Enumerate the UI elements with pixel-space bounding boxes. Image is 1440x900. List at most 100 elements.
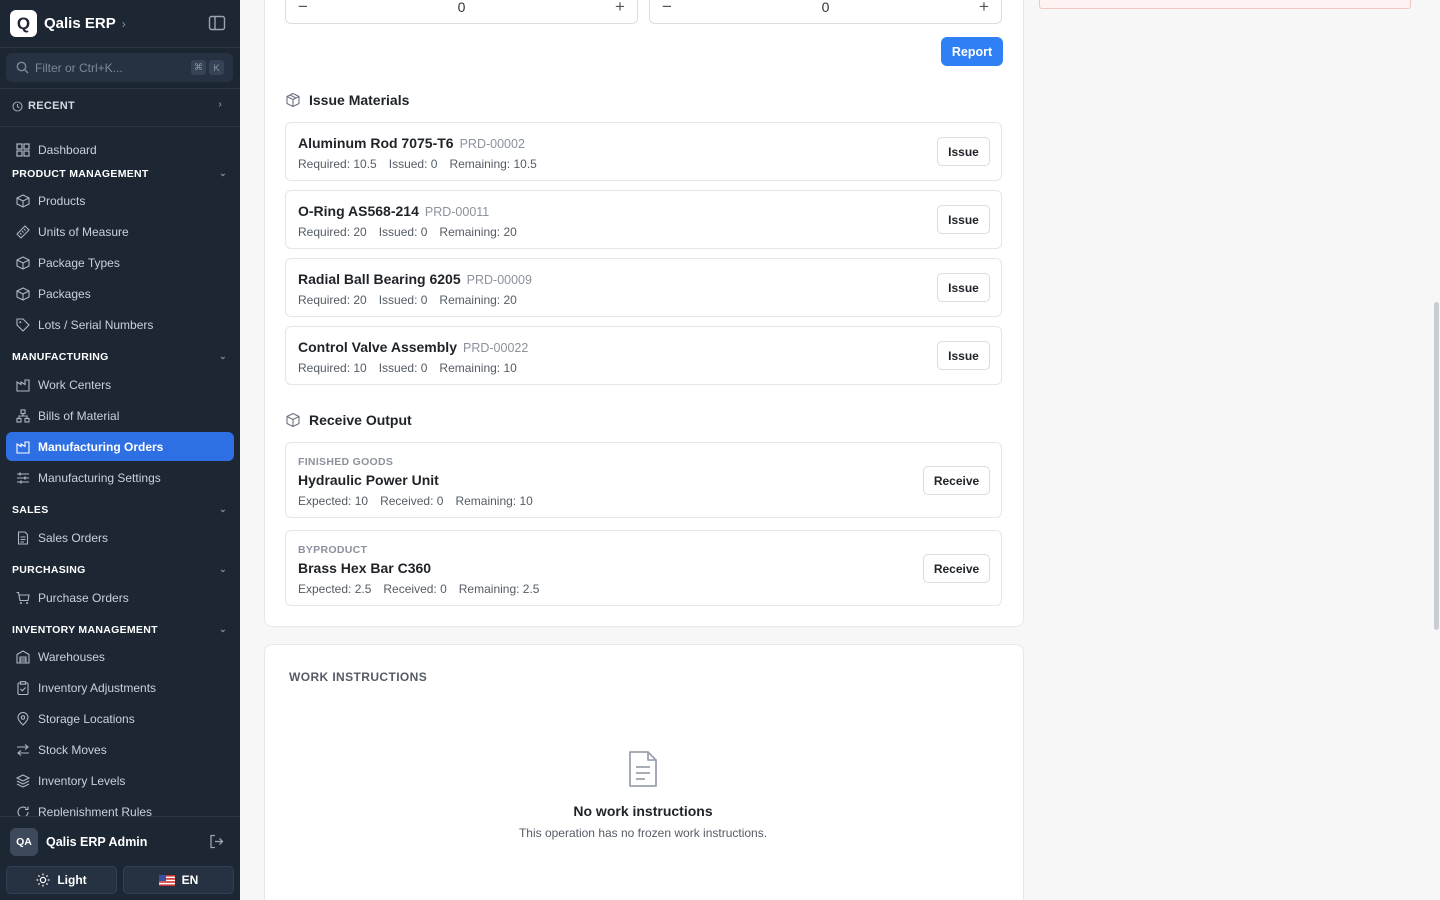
factory-icon: [15, 377, 30, 392]
us-flag-icon: [158, 874, 175, 886]
list-item: Control Valve Assembly PRD-00022 Required…: [285, 326, 1002, 385]
sidebar-item-products[interactable]: Products: [6, 186, 234, 215]
quantity-stepper[interactable]: − 0 +: [649, 0, 1002, 24]
sidebar-item-bom[interactable]: Bills of Material: [6, 401, 234, 430]
remaining-qty: Remaining: 10.5: [449, 157, 537, 171]
section-label: PRODUCT MANAGEMENT: [12, 168, 149, 180]
box-icon: [15, 286, 30, 301]
sidebar-item-label: Inventory Adjustments: [38, 680, 157, 695]
sidebar-item-purchase-orders[interactable]: Purchase Orders: [6, 583, 234, 612]
box-icon: [15, 255, 30, 270]
search-field[interactable]: ⌘ K: [6, 53, 233, 82]
section-title: Receive Output: [309, 412, 412, 428]
stepper-value[interactable]: 0: [822, 0, 830, 15]
sidebar-item-storage-locations[interactable]: Storage Locations: [6, 704, 234, 733]
sidebar-item-stock-moves[interactable]: Stock Moves: [6, 735, 234, 764]
section-label: INVENTORY MANAGEMENT: [12, 624, 158, 636]
issue-button[interactable]: Issue: [937, 341, 990, 370]
sidebar-item-work-centers[interactable]: Work Centers: [6, 370, 234, 399]
warehouse-icon: [15, 649, 30, 664]
chevron-right-icon: ›: [121, 16, 126, 31]
sidebar-item-label: Package Types: [38, 255, 120, 270]
section-sales[interactable]: SALES ⌄: [12, 504, 227, 518]
sidebar-item-units[interactable]: Units of Measure: [6, 217, 234, 246]
user-name: Qalis ERP Admin: [46, 835, 148, 849]
report-button[interactable]: Report: [941, 37, 1003, 66]
issue-materials-heading: Issue Materials: [285, 90, 409, 110]
sidebar-item-inventory-adjustments[interactable]: Inventory Adjustments: [6, 673, 234, 702]
brand-name: Qalis ERP: [44, 15, 116, 32]
brand-logo: Q: [10, 10, 37, 37]
quantity-stepper[interactable]: − 0 +: [285, 0, 638, 24]
increment-button[interactable]: +: [977, 0, 991, 17]
issue-button[interactable]: Issue: [937, 273, 990, 302]
language-label: EN: [181, 873, 199, 887]
chevron-down-icon: ⌄: [219, 168, 227, 178]
document-icon: [15, 530, 30, 545]
section-label: MANUFACTURING: [12, 351, 109, 363]
sidebar-item-dashboard[interactable]: Dashboard: [6, 135, 234, 164]
section-label: SALES: [12, 504, 49, 516]
material-title: Radial Ball Bearing 6205: [298, 271, 461, 287]
sidebar-item-manufacturing-orders[interactable]: Manufacturing Orders: [6, 432, 234, 461]
recent-toggle[interactable]: RECENT ›: [12, 98, 222, 114]
theme-label: Light: [57, 873, 87, 887]
issue-button[interactable]: Issue: [937, 205, 990, 234]
clipboard-check-icon: [15, 680, 30, 695]
sidebar-item-label: Purchase Orders: [38, 590, 129, 605]
theme-toggle-button[interactable]: Light: [6, 866, 117, 894]
decrement-button[interactable]: −: [296, 0, 310, 17]
section-product-management[interactable]: PRODUCT MANAGEMENT ⌄: [12, 168, 227, 182]
required-qty: Required: 20: [298, 293, 367, 307]
boxes-icon: [286, 92, 300, 108]
cart-icon: [15, 590, 30, 605]
material-code: PRD-00009: [466, 273, 532, 287]
output-name: Hydraulic Power Unit: [298, 472, 439, 488]
empty-state-description: This operation has no frozen work instru…: [518, 826, 768, 840]
list-item: FINISHED GOODS Hydraulic Power Unit Expe…: [285, 442, 1002, 518]
search-input[interactable]: [35, 60, 185, 75]
work-instructions-title: WORK INSTRUCTIONS: [289, 670, 428, 684]
document-icon: [629, 751, 657, 787]
material-code: PRD-00022: [462, 341, 529, 355]
divider: [0, 126, 240, 127]
sidebar-item-package-types[interactable]: Package Types: [6, 248, 234, 277]
section-inventory-management[interactable]: INVENTORY MANAGEMENT ⌄: [12, 624, 227, 638]
receive-button[interactable]: Receive: [923, 554, 990, 583]
shortcut-key-cmd: ⌘: [191, 60, 206, 75]
brand[interactable]: Q Qalis ERP ›: [10, 10, 126, 37]
sidebar-item-inventory-levels[interactable]: Inventory Levels: [6, 766, 234, 795]
section-manufacturing[interactable]: MANUFACTURING ⌄: [12, 351, 227, 365]
chevron-down-icon: ⌄: [219, 564, 227, 574]
shortcut-key-k: K: [209, 60, 224, 75]
required-qty: Required: 20: [298, 225, 367, 239]
sidebar-item-manufacturing-settings[interactable]: Manufacturing Settings: [6, 463, 234, 492]
sidebar-item-sales-orders[interactable]: Sales Orders: [6, 523, 234, 552]
box-icon: [15, 193, 30, 208]
sidebar-item-label: Warehouses: [38, 649, 105, 664]
sidebar-item-lots[interactable]: Lots / Serial Numbers: [6, 310, 234, 339]
output-kind: FINISHED GOODS: [298, 456, 394, 468]
increment-button[interactable]: +: [613, 0, 627, 17]
chevron-down-icon: ⌄: [219, 351, 227, 361]
receive-output-heading: Receive Output: [285, 410, 412, 430]
required-qty: Required: 10.5: [298, 157, 377, 171]
decrement-button[interactable]: −: [660, 0, 674, 17]
sidebar-item-label: Bills of Material: [38, 408, 120, 423]
receive-button[interactable]: Receive: [923, 466, 990, 495]
issue-button[interactable]: Issue: [937, 137, 990, 166]
material-quantities: Required: 10 Issued: 0 Remaining: 10: [298, 361, 529, 375]
logout-icon[interactable]: [209, 834, 224, 849]
sidebar-item-warehouses[interactable]: Warehouses: [6, 642, 234, 671]
section-purchasing[interactable]: PURCHASING ⌄: [12, 564, 227, 578]
scrollbar-thumb[interactable]: [1434, 302, 1439, 630]
stepper-value[interactable]: 0: [458, 0, 466, 15]
sidebar-collapse-icon[interactable]: [208, 15, 226, 31]
sidebar-item-label: Manufacturing Settings: [38, 470, 161, 485]
factory-icon: [15, 439, 30, 454]
sidebar-item-packages[interactable]: Packages: [6, 279, 234, 308]
material-name: Control Valve Assembly PRD-00022: [298, 339, 528, 355]
language-button[interactable]: EN: [123, 866, 234, 894]
sidebar-item-label: Manufacturing Orders: [38, 439, 164, 454]
output-quantities: Expected: 10 Received: 0 Remaining: 10: [298, 494, 545, 508]
